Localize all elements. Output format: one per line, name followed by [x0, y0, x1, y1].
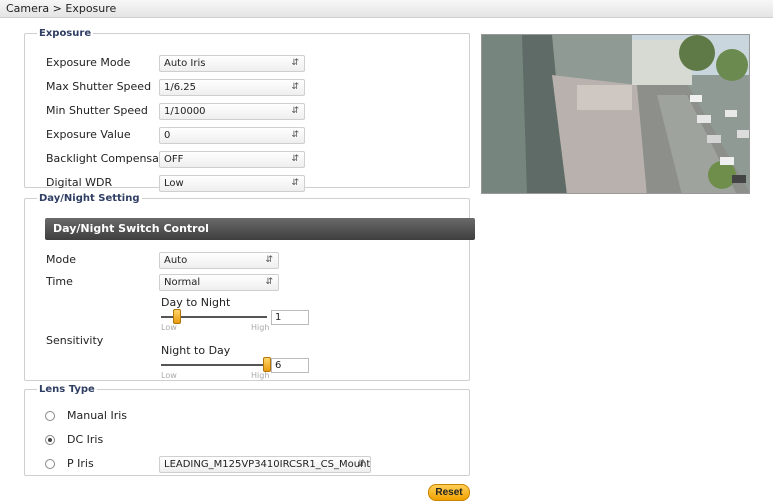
backlight-value: OFF	[164, 154, 184, 165]
select-arrows-icon: ⇵	[291, 178, 299, 188]
time-select[interactable]: Normal ⇵	[159, 274, 279, 291]
reset-button[interactable]: Reset	[428, 484, 470, 501]
digital-wdr-select[interactable]: Low ⇵	[159, 175, 305, 192]
exposure-title: Exposure	[39, 28, 92, 39]
select-arrows-icon: ⇵	[291, 82, 299, 92]
time-label: Time	[46, 275, 73, 288]
exposure-mode-select[interactable]: Auto Iris ⇵	[159, 55, 305, 72]
backlight-select[interactable]: OFF ⇵	[159, 151, 305, 168]
manual-iris-radio[interactable]	[45, 411, 55, 421]
p-iris-lens-value: LEADING_M125VP3410IRCSR1_CS_Mount_P	[164, 459, 371, 470]
time-row: Time Normal ⇵	[25, 272, 469, 292]
max-shutter-row: Max Shutter Speed 1/6.25 ⇵	[25, 77, 469, 97]
digital-wdr-value: Low	[164, 178, 184, 189]
select-arrows-icon: ⇵	[291, 106, 299, 116]
day-to-night-label: Day to Night	[161, 296, 231, 309]
select-arrows-icon: ⇵	[291, 58, 299, 68]
min-shutter-value: 1/10000	[164, 106, 206, 117]
select-arrows-icon: ⇵	[291, 154, 299, 164]
manual-iris-label: Manual Iris	[67, 409, 128, 422]
sensitivity-label: Sensitivity	[46, 334, 104, 347]
night-to-day-slider-track[interactable]	[161, 364, 267, 366]
day-to-night-high-label: High	[251, 323, 270, 332]
min-shutter-row: Min Shutter Speed 1/10000 ⇵	[25, 101, 469, 121]
night-to-day-input[interactable]: 6	[271, 358, 309, 373]
time-value: Normal	[164, 277, 201, 288]
max-shutter-label: Max Shutter Speed	[46, 80, 152, 93]
day-to-night-slider-thumb[interactable]	[172, 309, 181, 324]
night-to-day-high-label: High	[251, 371, 270, 380]
dc-iris-label: DC Iris	[67, 433, 104, 446]
night-to-day-label: Night to Day	[161, 344, 231, 357]
day-to-night-input[interactable]: 1	[271, 310, 309, 325]
dc-iris-radio[interactable]	[45, 435, 55, 445]
digital-wdr-row: Digital WDR Low ⇵	[25, 173, 469, 193]
exposure-value-select[interactable]: 0 ⇵	[159, 127, 305, 144]
select-arrows-icon: ⇵	[265, 277, 273, 287]
p-iris-lens-select[interactable]: LEADING_M125VP3410IRCSR1_CS_Mount_P ⇵	[159, 456, 371, 473]
p-iris-label: P Iris	[67, 457, 94, 470]
day-to-night-low-label: Low	[161, 323, 177, 332]
select-arrows-icon: ⇵	[291, 130, 299, 140]
min-shutter-label: Min Shutter Speed	[46, 104, 148, 117]
breadcrumb: Camera > Exposure	[0, 0, 773, 18]
exposure-mode-label: Exposure Mode	[46, 56, 131, 69]
exposure-group: Exposure Exposure Mode Auto Iris ⇵ Max S…	[24, 28, 470, 192]
select-arrows-icon: ⇵	[357, 459, 365, 469]
daynight-title: Day/Night Setting	[39, 193, 140, 204]
exposure-mode-row: Exposure Mode Auto Iris ⇵	[25, 53, 469, 73]
mode-value: Auto	[164, 255, 188, 266]
night-to-day-slider-thumb[interactable]	[263, 357, 271, 372]
digital-wdr-label: Digital WDR	[46, 176, 113, 189]
lens-type-title: Lens Type	[39, 384, 95, 395]
night-to-day-low-label: Low	[161, 371, 177, 380]
backlight-row: Backlight Compensation OFF ⇵	[25, 149, 469, 169]
mode-label: Mode	[46, 253, 76, 266]
p-iris-radio[interactable]	[45, 459, 55, 469]
exposure-value-label: Exposure Value	[46, 128, 131, 141]
min-shutter-select[interactable]: 1/10000 ⇵	[159, 103, 305, 120]
daynight-group: Day/Night Setting Day/Night Switch Contr…	[24, 193, 475, 381]
max-shutter-select[interactable]: 1/6.25 ⇵	[159, 79, 305, 96]
max-shutter-value: 1/6.25	[164, 82, 196, 93]
camera-preview-image	[481, 34, 750, 194]
daynight-switch-bar: Day/Night Switch Control	[45, 218, 475, 240]
exposure-value-value: 0	[164, 130, 171, 141]
exposure-mode-value: Auto Iris	[164, 58, 206, 69]
mode-select[interactable]: Auto ⇵	[159, 252, 279, 269]
lens-type-group: Lens Type Manual Iris DC Iris P Iris LEA…	[24, 384, 470, 476]
mode-row: Mode Auto ⇵	[25, 250, 469, 270]
select-arrows-icon: ⇵	[265, 255, 273, 265]
camera-preview-scene	[482, 35, 749, 193]
exposure-value-row: Exposure Value 0 ⇵	[25, 125, 469, 145]
